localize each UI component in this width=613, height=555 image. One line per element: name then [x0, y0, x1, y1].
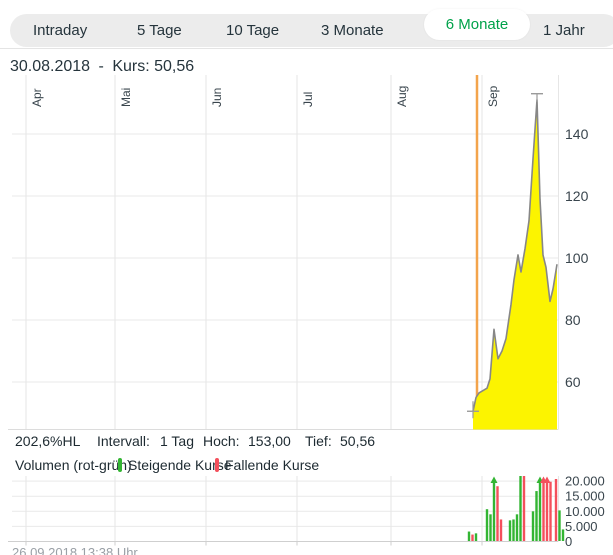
stat-intervall-value: 1 Tag — [160, 433, 194, 449]
stat-tief-label: Tief: — [305, 433, 332, 449]
volume-legend: Volumen (rot-grün) Steigende Kurse Falle… — [0, 457, 613, 475]
price-y-tick-label: 120 — [565, 188, 589, 204]
volume-y-tick-label: 10.000 — [565, 504, 605, 519]
price-y-tick-label: 80 — [565, 312, 581, 328]
price-y-tick-label: 100 — [565, 250, 589, 266]
chart-widget: Intraday 5 Tage 10 Tage 3 Monate 6 Monat… — [0, 0, 613, 555]
volume-y-tick-label: 0 — [565, 534, 572, 549]
month-label: Jun — [210, 88, 224, 107]
month-label: Mai — [119, 88, 133, 107]
volume-bar-clip-arrow-icon — [491, 477, 498, 484]
volume-y-tick-label: 15.000 — [565, 489, 605, 504]
legend-up-marker-icon — [118, 458, 122, 472]
stat-tief-value: 50,56 — [340, 433, 375, 449]
stats-row: 202,6%HL Intervall: 1 Tag Hoch: 153,00 T… — [0, 433, 613, 451]
month-label: Sep — [486, 85, 500, 107]
month-label: Apr — [30, 88, 44, 107]
legend-down-label: Fallende Kurse — [225, 457, 319, 473]
stat-hl: 202,6%HL — [15, 433, 80, 449]
stat-hoch-value: 153,00 — [248, 433, 291, 449]
price-y-tick-label: 60 — [565, 374, 581, 390]
last-update-timestamp: 26.09.2018 13:38 Uhr — [12, 545, 138, 555]
stat-hoch-label: Hoch: — [203, 433, 240, 449]
volume-legend-title: Volumen (rot-grün) — [15, 457, 132, 473]
stat-intervall-label: Intervall: — [97, 433, 150, 449]
volume-y-tick-label: 20.000 — [565, 474, 605, 489]
month-label: Jul — [301, 92, 315, 107]
price-y-tick-label: 140 — [565, 126, 589, 142]
month-label: Aug — [395, 86, 409, 107]
volume-y-tick-label: 5.000 — [565, 519, 598, 534]
legend-down-marker-icon — [215, 458, 219, 472]
price-area — [473, 100, 557, 430]
